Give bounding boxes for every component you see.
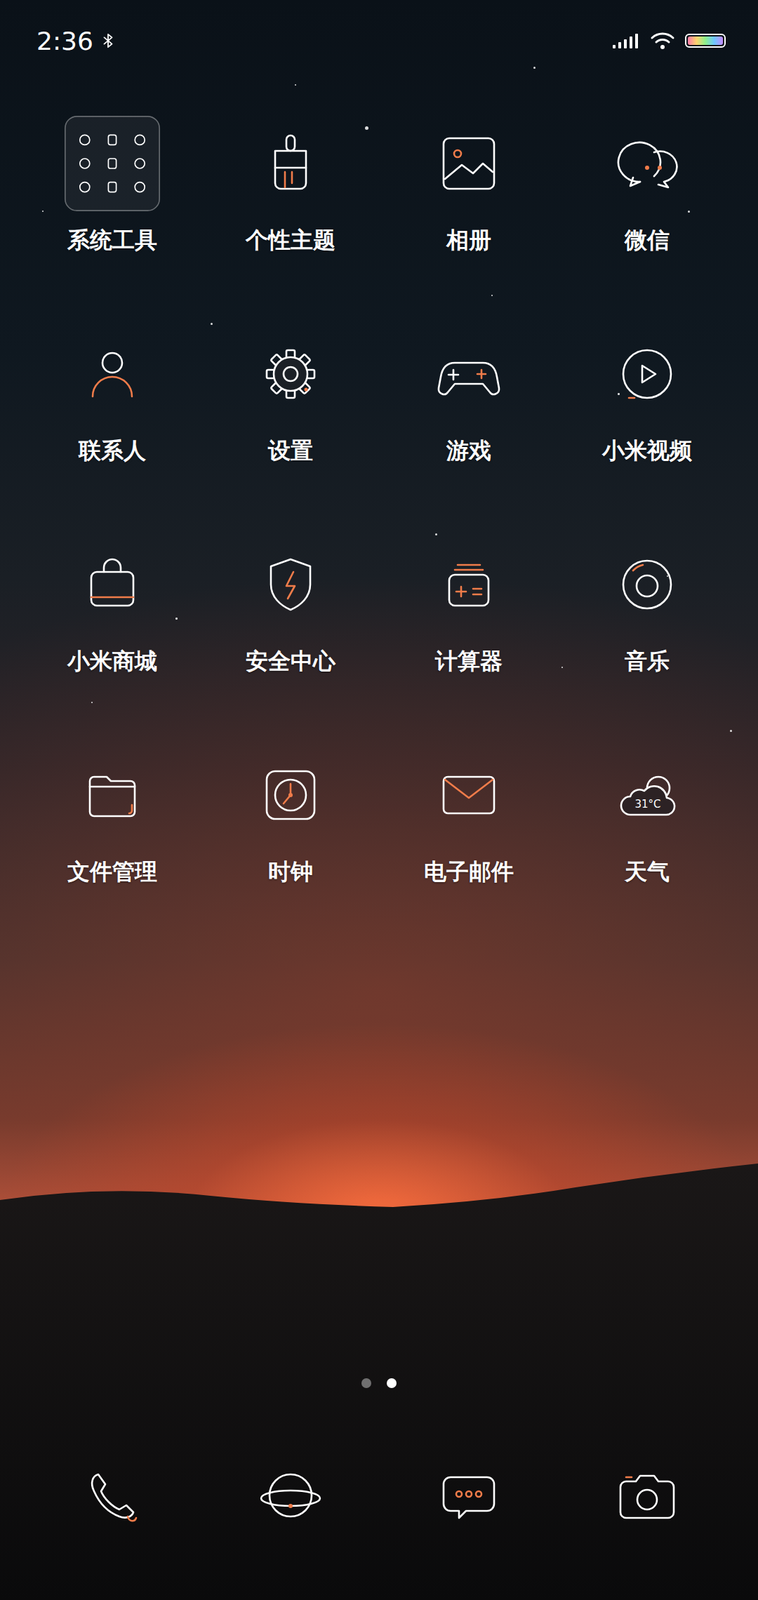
phone-app[interactable]: [23, 1460, 202, 1531]
battery-icon: [685, 33, 726, 48]
hills: [0, 1108, 758, 1600]
app-shortcut[interactable]: 游戏: [379, 335, 558, 467]
app-label: 系统工具: [67, 224, 158, 256]
chat-bubbles-icon: [612, 128, 683, 199]
phone-icon: [77, 1460, 148, 1531]
page-dot[interactable]: [386, 1378, 397, 1389]
planet-icon: [255, 1460, 326, 1531]
app-shortcut[interactable]: 时钟: [201, 756, 380, 888]
bluetooth-icon: [100, 30, 116, 51]
calculator-icon: [433, 549, 504, 620]
app-shortcut[interactable]: 音乐: [557, 546, 737, 677]
page-indicator: [0, 1378, 758, 1389]
app-shortcut[interactable]: 31°C 天气: [557, 756, 737, 888]
app-label: 计算器: [435, 645, 503, 677]
app-grid: 系统工具 个性主题 相册 微信 联系人 设置 游戏 小米视频 小米商城 安全中心…: [0, 81, 758, 888]
app-label: 微信: [624, 224, 670, 256]
wifi-icon: [649, 30, 676, 51]
app-shortcut[interactable]: 相册: [379, 124, 558, 256]
brush-icon: [255, 128, 326, 199]
app-label: 小米视频: [602, 435, 693, 467]
app-shortcut[interactable]: 电子邮件: [379, 756, 558, 888]
page-dot[interactable]: [361, 1378, 372, 1389]
app-label: 个性主题: [245, 224, 336, 256]
camera-icon: [612, 1460, 683, 1531]
browser-app[interactable]: [201, 1460, 380, 1531]
app-shortcut[interactable]: 计算器: [379, 546, 558, 677]
messages-app[interactable]: [379, 1460, 558, 1531]
app-shortcut[interactable]: 安全中心: [201, 546, 380, 677]
app-label: 安全中心: [245, 645, 336, 677]
app-shortcut[interactable]: 联系人: [23, 335, 202, 467]
weather-temperature: 31°C: [634, 798, 661, 811]
app-shortcut[interactable]: 小米商城: [23, 546, 202, 677]
gear-icon: [255, 338, 326, 410]
app-shortcut[interactable]: 文件管理: [23, 756, 202, 888]
app-shortcut[interactable]: 设置: [201, 335, 380, 467]
app-shortcut[interactable]: 系统工具: [23, 124, 202, 256]
folder-grid-icon: [63, 114, 162, 213]
status-bar: 2:36: [0, 0, 758, 82]
envelope-icon: [433, 760, 504, 831]
cloud-sun-icon: 31°C: [612, 760, 683, 831]
home-screen: 2:36 系统工具 个性主题 相册 微信 联系人 设置 游戏 小米视频 小米商城…: [0, 0, 758, 1600]
app-label: 相册: [446, 224, 492, 256]
app-label: 游戏: [446, 435, 492, 467]
play-icon: [612, 338, 683, 410]
app-label: 音乐: [624, 645, 670, 677]
app-shortcut[interactable]: 个性主题: [201, 124, 380, 256]
app-label: 小米商城: [67, 645, 158, 677]
app-label: 文件管理: [67, 856, 158, 888]
app-label: 时钟: [268, 856, 314, 888]
dock: [0, 1460, 758, 1600]
clock-icon: [255, 760, 326, 831]
bag-icon: [77, 549, 148, 620]
app-shortcut[interactable]: 小米视频: [557, 335, 737, 467]
app-label: 电子邮件: [423, 856, 514, 888]
photo-icon: [433, 128, 504, 199]
folder-icon: [77, 760, 148, 831]
camera-app[interactable]: [557, 1460, 737, 1531]
shield-icon: [255, 549, 326, 620]
app-label: 联系人: [78, 435, 146, 467]
person-icon: [77, 338, 148, 410]
app-label: 设置: [268, 435, 314, 467]
clock-time: 2:36: [36, 26, 94, 56]
signal-icon: [612, 32, 641, 50]
app-shortcut[interactable]: 微信: [557, 124, 737, 256]
message-icon: [433, 1460, 504, 1531]
gamepad-icon: [433, 338, 504, 410]
app-label: 天气: [624, 856, 670, 888]
disc-icon: [612, 549, 683, 620]
